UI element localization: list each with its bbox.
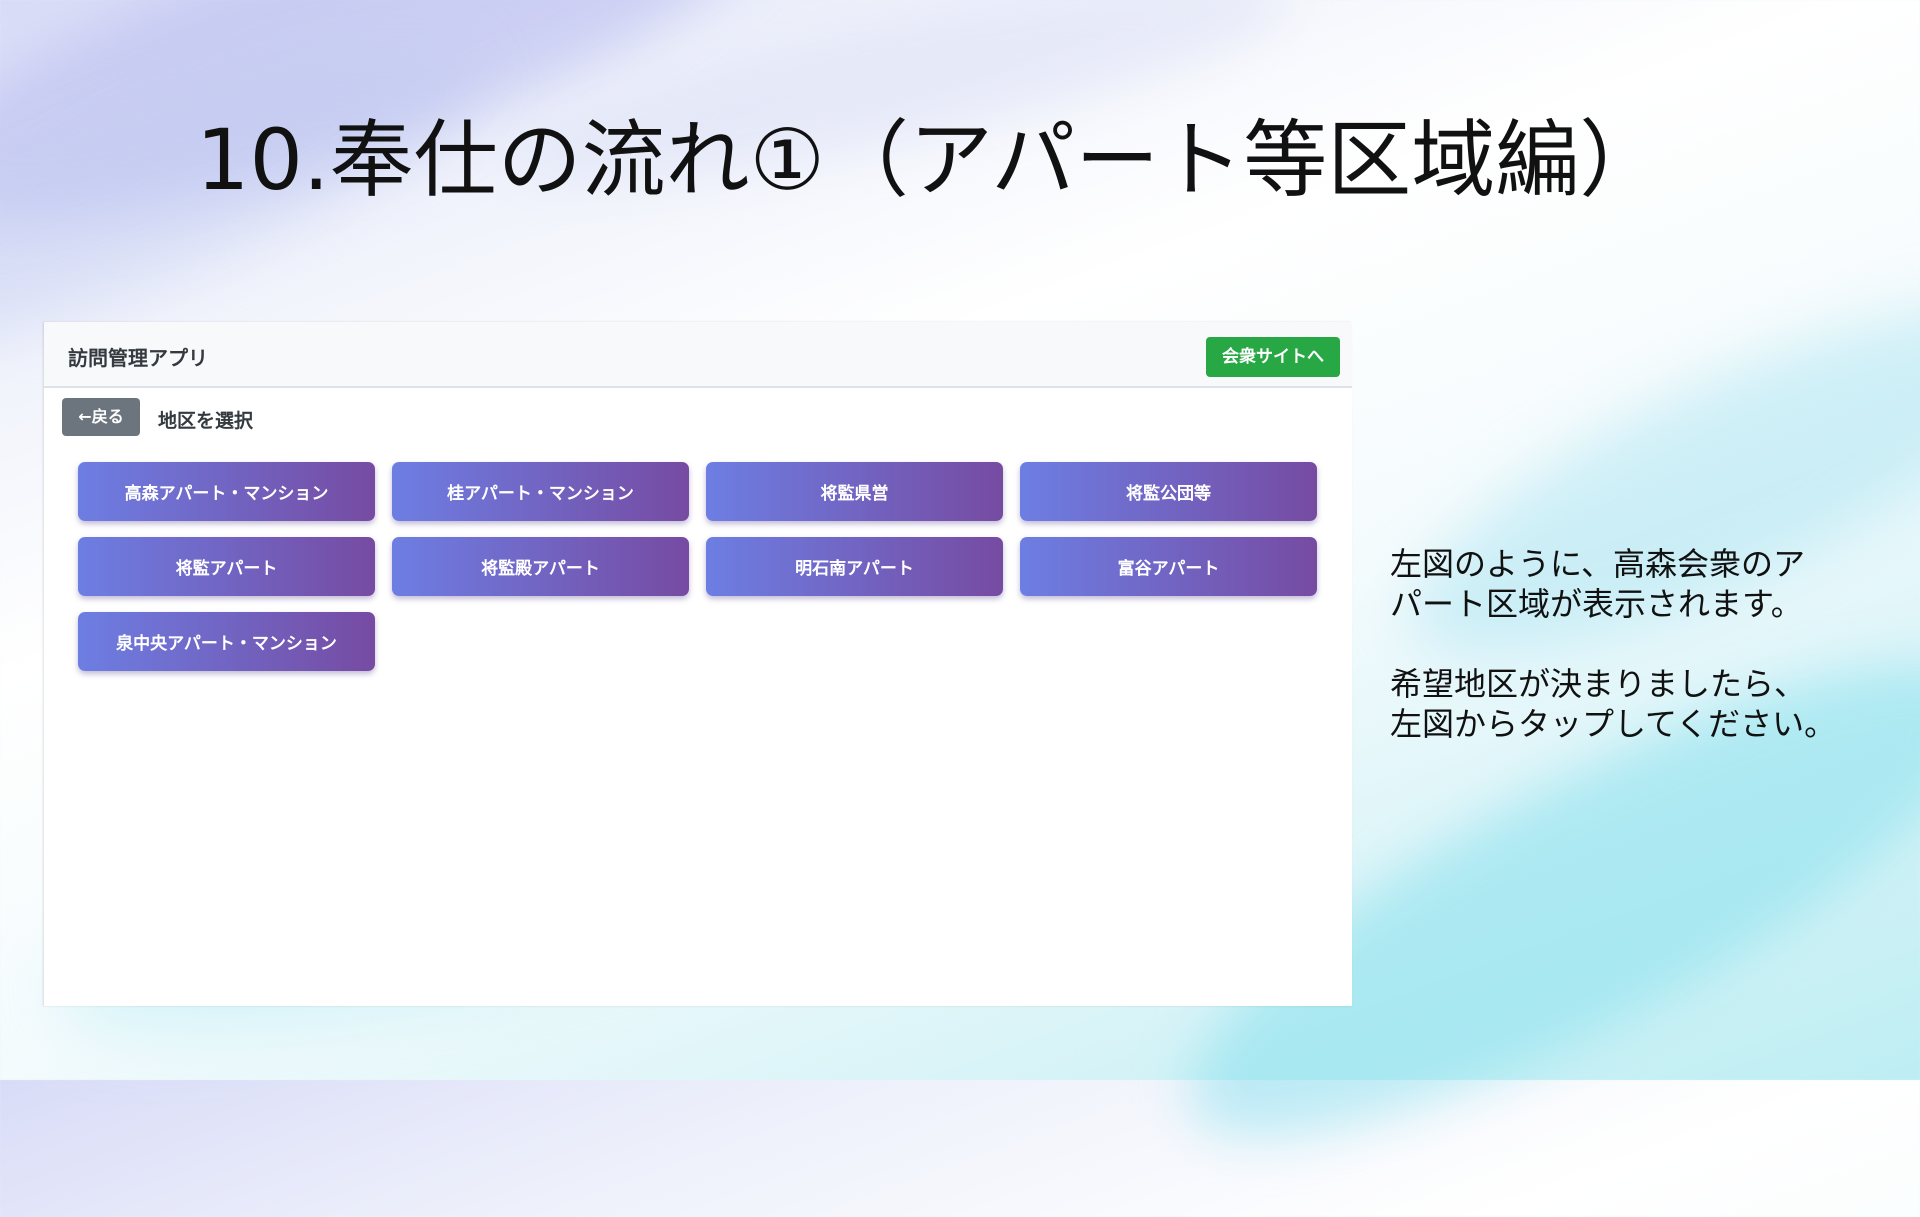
district-button-izumichuo[interactable]: 泉中央アパート・マンション bbox=[78, 612, 375, 671]
district-button-tomiya[interactable]: 富谷アパート bbox=[1020, 537, 1317, 596]
district-button-takamori[interactable]: 高森アパート・マンション bbox=[78, 462, 375, 521]
district-subheader: ←戻る 地区を選択 bbox=[44, 388, 1352, 448]
congregation-site-button[interactable]: 会衆サイトへ bbox=[1206, 337, 1340, 377]
explanation-paragraph: 左図のように、高森会衆のア パート区域が表示されます。 bbox=[1390, 545, 1806, 623]
app-header: 訪問管理アプリ 会衆サイトへ bbox=[44, 322, 1352, 388]
district-button-katsura[interactable]: 桂アパート・マンション bbox=[392, 462, 689, 521]
app-screenshot: 訪問管理アプリ 会衆サイトへ ←戻る 地区を選択 高森アパート・マンション 桂ア… bbox=[44, 322, 1352, 1006]
district-grid: 高森アパート・マンション 桂アパート・マンション 将監県営 将監公団等 将監アパ… bbox=[78, 462, 1326, 671]
district-button-shogendono[interactable]: 将監殿アパート bbox=[392, 537, 689, 596]
district-button-shogen-kodan[interactable]: 将監公団等 bbox=[1020, 462, 1317, 521]
district-button-akashiminami[interactable]: 明石南アパート bbox=[706, 537, 1003, 596]
slide-title: 10.奉仕の流れ①（アパート等区域編） bbox=[196, 111, 1664, 209]
district-button-shogen-kenei[interactable]: 将監県営 bbox=[706, 462, 1003, 521]
back-button[interactable]: ←戻る bbox=[62, 398, 140, 436]
explanation-paragraph: 希望地区が決まりましたら、 左図からタップしてください。 bbox=[1390, 665, 1837, 743]
app-title: 訪問管理アプリ bbox=[68, 346, 208, 370]
district-button-shogen-apart[interactable]: 将監アパート bbox=[78, 537, 375, 596]
section-label: 地区を選択 bbox=[158, 410, 254, 432]
explanation-text: 左図のように、高森会衆のア パート区域が表示されます。 希望地区が決まりましたら… bbox=[1390, 544, 1900, 784]
